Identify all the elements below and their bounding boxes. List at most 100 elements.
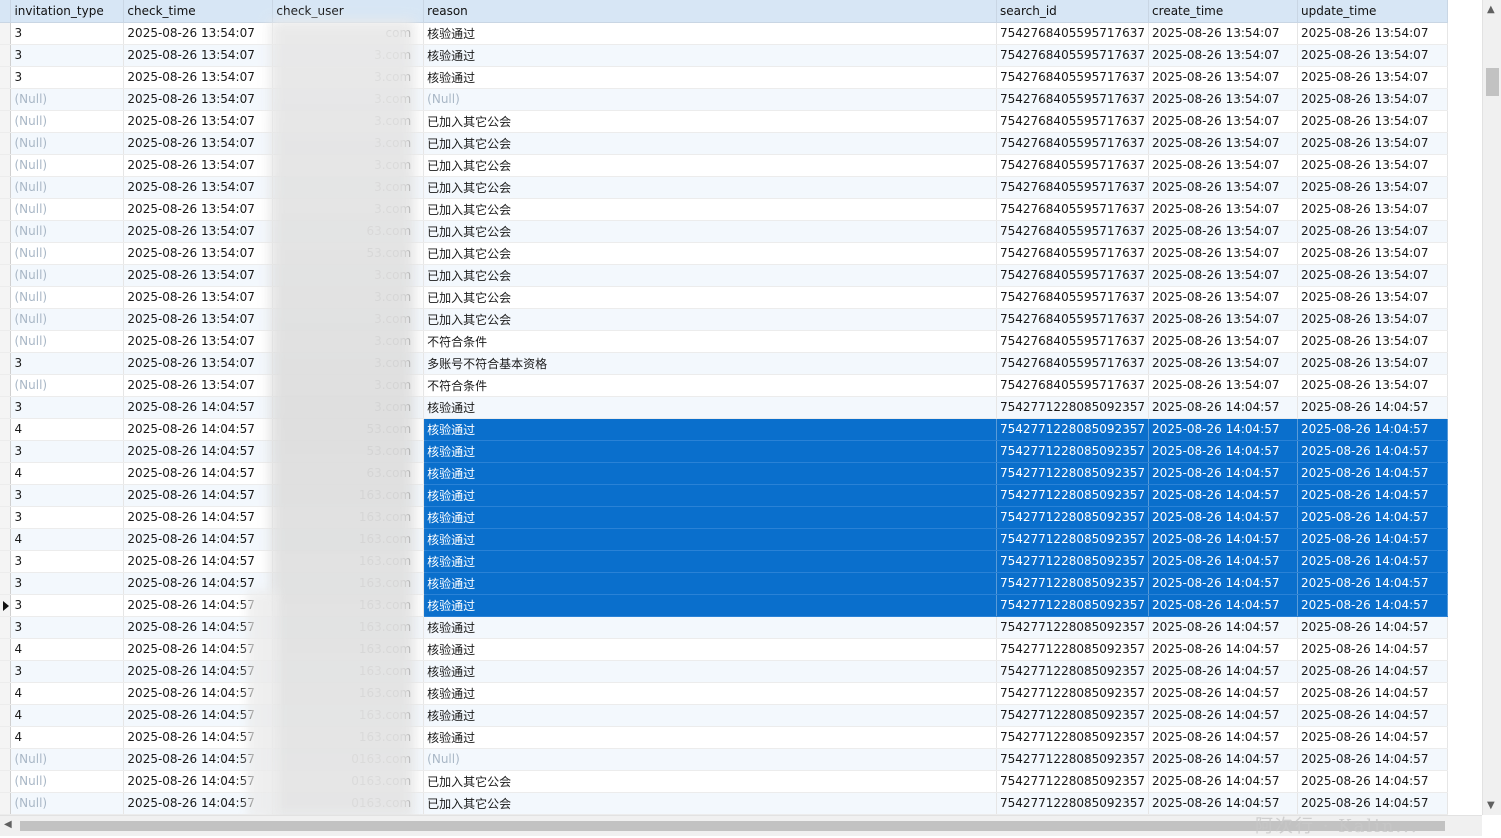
cell-invitation-type[interactable]: (Null)	[10, 154, 125, 177]
cell-reason[interactable]: 核验通过	[423, 638, 997, 661]
cell-create-time[interactable]: 2025-08-26 13:54:07	[1148, 286, 1298, 309]
cell-invitation-type[interactable]: 3	[10, 22, 125, 45]
cell-create-time[interactable]: 2025-08-26 13:54:07	[1148, 154, 1298, 177]
cell-check-time[interactable]: 2025-08-26 13:54:07	[123, 220, 274, 243]
cell-check-time[interactable]: 2025-08-26 13:54:07	[123, 66, 274, 89]
cell-check-user[interactable]: 3.com	[272, 286, 425, 309]
scroll-down-icon[interactable]: ▼	[1487, 800, 1495, 811]
cell-update-time[interactable]: 2025-08-26 14:04:57	[1297, 418, 1448, 441]
cell-update-time[interactable]: 2025-08-26 14:04:57	[1297, 594, 1448, 617]
cell-check-user[interactable]: 63.com	[272, 220, 425, 243]
cell-check-time[interactable]: 2025-08-26 13:54:07	[123, 374, 274, 397]
cell-search-id[interactable]: 7542768405595717637	[996, 374, 1150, 397]
cell-create-time[interactable]: 2025-08-26 13:54:07	[1148, 330, 1298, 353]
row-indicator[interactable]	[0, 660, 12, 683]
cell-create-time[interactable]: 2025-08-26 13:54:07	[1148, 22, 1298, 45]
cell-create-time[interactable]: 2025-08-26 14:04:57	[1148, 726, 1298, 749]
cell-reason[interactable]: 核验通过	[423, 682, 997, 705]
cell-search-id[interactable]: 7542768405595717637	[996, 176, 1150, 199]
cell-create-time[interactable]: 2025-08-26 14:04:57	[1148, 550, 1298, 573]
cell-search-id[interactable]: 7542771228085092357	[996, 572, 1150, 595]
cell-update-time[interactable]: 2025-08-26 13:54:07	[1297, 22, 1448, 45]
cell-search-id[interactable]: 7542771228085092357	[996, 726, 1150, 749]
cell-update-time[interactable]: 2025-08-26 14:04:57	[1297, 616, 1448, 639]
cell-check-user[interactable]: 3.com	[272, 176, 425, 199]
cell-invitation-type[interactable]: (Null)	[10, 110, 125, 133]
table-row[interactable]: 4 2025-08-26 14:04:57 163.com 核验通过 754277122…	[0, 638, 1448, 661]
table-row[interactable]: (Null) 2025-08-26 13:54:07 3.com 已加入其它公会 754…	[0, 198, 1448, 221]
cell-check-time[interactable]: 2025-08-26 14:04:57	[123, 418, 274, 441]
cell-check-user[interactable]: com	[272, 22, 425, 45]
table-row[interactable]: (Null) 2025-08-26 14:04:57 0163.com 已加入其它公会…	[0, 792, 1448, 815]
cell-create-time[interactable]: 2025-08-26 14:04:57	[1148, 616, 1298, 639]
row-indicator[interactable]	[0, 682, 12, 705]
cell-check-time[interactable]: 2025-08-26 13:54:07	[123, 44, 274, 67]
row-indicator[interactable]	[0, 770, 12, 793]
table-row[interactable]: 3 2025-08-26 14:04:57 163.com 核验通过 754277122…	[0, 506, 1448, 529]
cell-check-user[interactable]: 3.com	[272, 88, 425, 111]
cell-create-time[interactable]: 2025-08-26 13:54:07	[1148, 374, 1298, 397]
cell-reason[interactable]: 核验通过	[423, 660, 997, 683]
row-indicator[interactable]	[0, 506, 12, 529]
cell-invitation-type[interactable]: (Null)	[10, 330, 125, 353]
cell-create-time[interactable]: 2025-08-26 13:54:07	[1148, 88, 1298, 111]
row-indicator[interactable]	[0, 550, 12, 573]
cell-create-time[interactable]: 2025-08-26 14:04:57	[1148, 660, 1298, 683]
cell-reason[interactable]: 核验通过	[423, 440, 997, 463]
cell-invitation-type[interactable]: 4	[10, 418, 125, 441]
row-indicator[interactable]	[0, 198, 12, 221]
cell-check-user[interactable]: 0163.com	[272, 748, 425, 771]
cell-reason[interactable]: 核验通过	[423, 528, 997, 551]
cell-check-time[interactable]: 2025-08-26 14:04:57	[123, 792, 274, 815]
cell-reason[interactable]: 核验通过	[423, 506, 997, 529]
cell-check-user[interactable]: 163.com	[272, 616, 425, 639]
cell-create-time[interactable]: 2025-08-26 13:54:07	[1148, 198, 1298, 221]
table-row[interactable]: 4 2025-08-26 14:04:57 53.com 核验通过 7542771228…	[0, 418, 1448, 441]
cell-check-time[interactable]: 2025-08-26 13:54:07	[123, 352, 274, 375]
table-row[interactable]: 3 2025-08-26 14:04:57 53.com 核验通过 7542771228…	[0, 440, 1448, 463]
cell-reason[interactable]: (Null)	[423, 748, 997, 771]
cell-update-time[interactable]: 2025-08-26 13:54:07	[1297, 110, 1448, 133]
cell-invitation-type[interactable]: (Null)	[10, 286, 125, 309]
table-row[interactable]: (Null) 2025-08-26 14:04:57 0163.com 已加入其它公会…	[0, 770, 1448, 793]
cell-search-id[interactable]: 7542771228085092357	[996, 418, 1150, 441]
cell-create-time[interactable]: 2025-08-26 14:04:57	[1148, 418, 1298, 441]
cell-create-time[interactable]: 2025-08-26 13:54:07	[1148, 66, 1298, 89]
table-row[interactable]: 3 2025-08-26 13:54:07 com 核验通过 7542768405595…	[0, 22, 1448, 45]
cell-check-time[interactable]: 2025-08-26 14:04:57	[123, 440, 274, 463]
row-indicator[interactable]	[0, 462, 12, 485]
cell-search-id[interactable]: 7542768405595717637	[996, 132, 1150, 155]
cell-reason[interactable]: 已加入其它公会	[423, 308, 997, 331]
cell-reason[interactable]: 已加入其它公会	[423, 198, 997, 221]
cell-search-id[interactable]: 7542768405595717637	[996, 286, 1150, 309]
cell-check-user[interactable]: 53.com	[272, 242, 425, 265]
cell-check-user[interactable]: 63.com	[272, 462, 425, 485]
cell-check-user[interactable]: 163.com	[272, 726, 425, 749]
cell-invitation-type[interactable]: 4	[10, 726, 125, 749]
cell-update-time[interactable]: 2025-08-26 13:54:07	[1297, 352, 1448, 375]
cell-search-id[interactable]: 7542771228085092357	[996, 770, 1150, 793]
table-row[interactable]: (Null) 2025-08-26 13:54:07 3.com 已加入其它公会 754…	[0, 308, 1448, 331]
table-row[interactable]: (Null) 2025-08-26 13:54:07 3.com 已加入其它公会 754…	[0, 286, 1448, 309]
row-indicator[interactable]	[0, 220, 12, 243]
cell-reason[interactable]: 已加入其它公会	[423, 110, 997, 133]
cell-search-id[interactable]: 7542768405595717637	[996, 44, 1150, 67]
cell-check-user[interactable]: 3.com	[272, 198, 425, 221]
cell-check-user[interactable]: 163.com	[272, 484, 425, 507]
cell-search-id[interactable]: 7542771228085092357	[996, 594, 1150, 617]
cell-update-time[interactable]: 2025-08-26 14:04:57	[1297, 462, 1448, 485]
row-indicator[interactable]	[0, 264, 12, 287]
table-row[interactable]: 4 2025-08-26 14:04:57 163.com 核验通过 754277122…	[0, 682, 1448, 705]
cell-create-time[interactable]: 2025-08-26 14:04:57	[1148, 506, 1298, 529]
horizontal-scroll-thumb[interactable]	[20, 821, 1445, 831]
row-indicator[interactable]	[0, 66, 12, 89]
vertical-scroll-thumb[interactable]	[1486, 68, 1499, 96]
cell-update-time[interactable]: 2025-08-26 14:04:57	[1297, 440, 1448, 463]
cell-invitation-type[interactable]: 4	[10, 682, 125, 705]
cell-update-time[interactable]: 2025-08-26 13:54:07	[1297, 374, 1448, 397]
cell-invitation-type[interactable]: 3	[10, 572, 125, 595]
cell-check-user[interactable]: 3.com	[272, 352, 425, 375]
cell-reason[interactable]: 核验通过	[423, 66, 997, 89]
cell-check-user[interactable]: 3.com	[272, 396, 425, 419]
cell-create-time[interactable]: 2025-08-26 13:54:07	[1148, 44, 1298, 67]
